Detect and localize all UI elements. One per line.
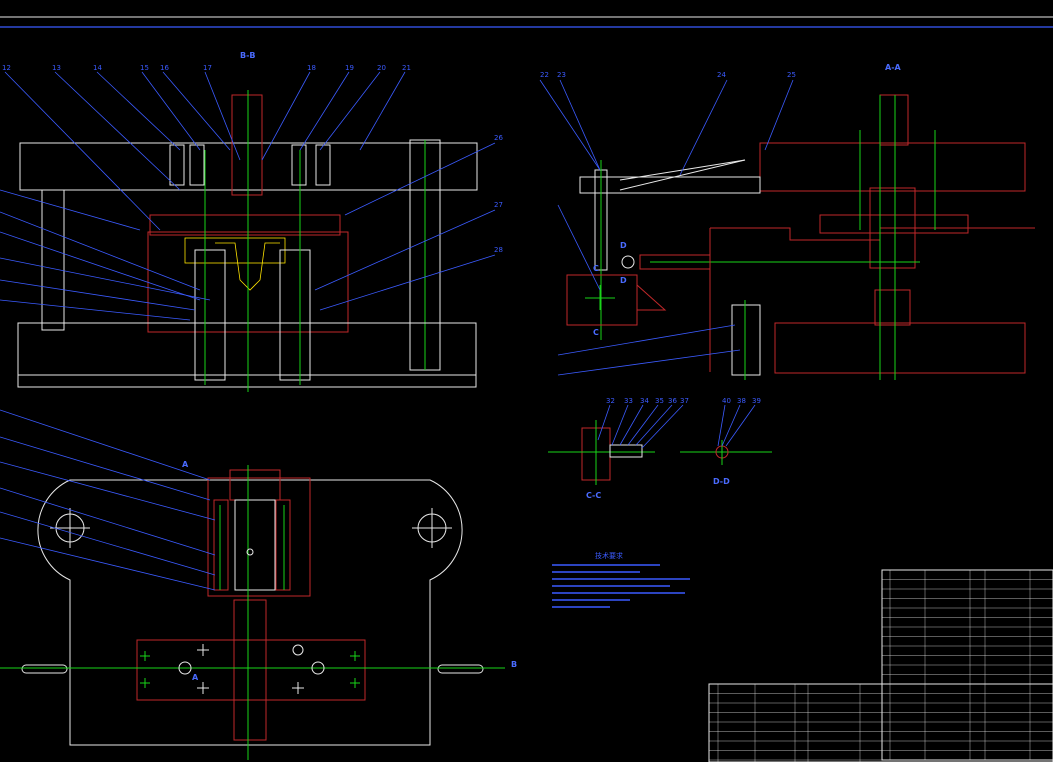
part-label: 20 — [377, 64, 386, 72]
part-label: 33 — [624, 397, 633, 405]
marker-d: D — [620, 276, 627, 285]
part-label: 28 — [494, 246, 503, 254]
part-label: 37 — [680, 397, 689, 405]
leader-lines-detail — [597, 404, 756, 449]
part-label: 39 — [752, 397, 761, 405]
part-labels-aa: 22 23 24 25 — [540, 71, 796, 79]
section-dd-view: D-D — [680, 440, 772, 486]
cad-drawing: B-B 12 13 14 15 16 17 18 19 20 21 26 27 … — [0, 16, 1053, 762]
section-aa-label: A-A — [885, 63, 902, 72]
drawing-frame — [0, 16, 1053, 28]
marker-d: D — [620, 241, 627, 250]
section-cc-view: C-C — [548, 420, 655, 500]
part-label: 16 — [160, 64, 169, 72]
marker-a: A — [182, 460, 189, 469]
part-label: 32 — [606, 397, 615, 405]
part-label: 27 — [494, 201, 503, 209]
part-label: 36 — [668, 397, 677, 405]
part-label: 40 — [722, 397, 731, 405]
part-label: 22 — [540, 71, 549, 79]
part-label: 35 — [655, 397, 664, 405]
part-label: 38 — [737, 397, 746, 405]
plan-view — [0, 465, 505, 760]
part-label: 14 — [93, 64, 102, 72]
marker-c: C — [593, 264, 599, 273]
section-markers: D D C C A A B — [182, 241, 627, 682]
technical-notes: 技术要求 — [552, 551, 690, 608]
marker-c: C — [593, 328, 599, 337]
part-label: 19 — [345, 64, 354, 72]
leader-lines-plan — [0, 409, 216, 591]
notes-title: 技术要求 — [595, 551, 623, 560]
part-label: 25 — [787, 71, 796, 79]
part-label: 23 — [557, 71, 566, 79]
part-label: 24 — [717, 71, 726, 79]
part-label: 21 — [402, 64, 411, 72]
part-label: 15 — [140, 64, 149, 72]
part-label: 26 — [494, 134, 503, 142]
parts-list-table — [708, 569, 1053, 762]
part-label: 12 — [2, 64, 11, 72]
section-cc-label: C-C — [586, 491, 601, 500]
part-label: 13 — [52, 64, 61, 72]
part-labels-detail: 32 33 34 35 36 37 40 38 39 — [606, 397, 761, 405]
marker-b: B — [511, 660, 517, 669]
section-dd-label: D-D — [713, 477, 730, 486]
part-label: 34 — [640, 397, 649, 405]
section-bb-label: B-B — [240, 51, 256, 60]
marker-a: A — [192, 673, 199, 682]
part-label: 17 — [203, 64, 212, 72]
part-label: 18 — [307, 64, 316, 72]
section-aa-view: A-A — [566, 63, 1035, 380]
